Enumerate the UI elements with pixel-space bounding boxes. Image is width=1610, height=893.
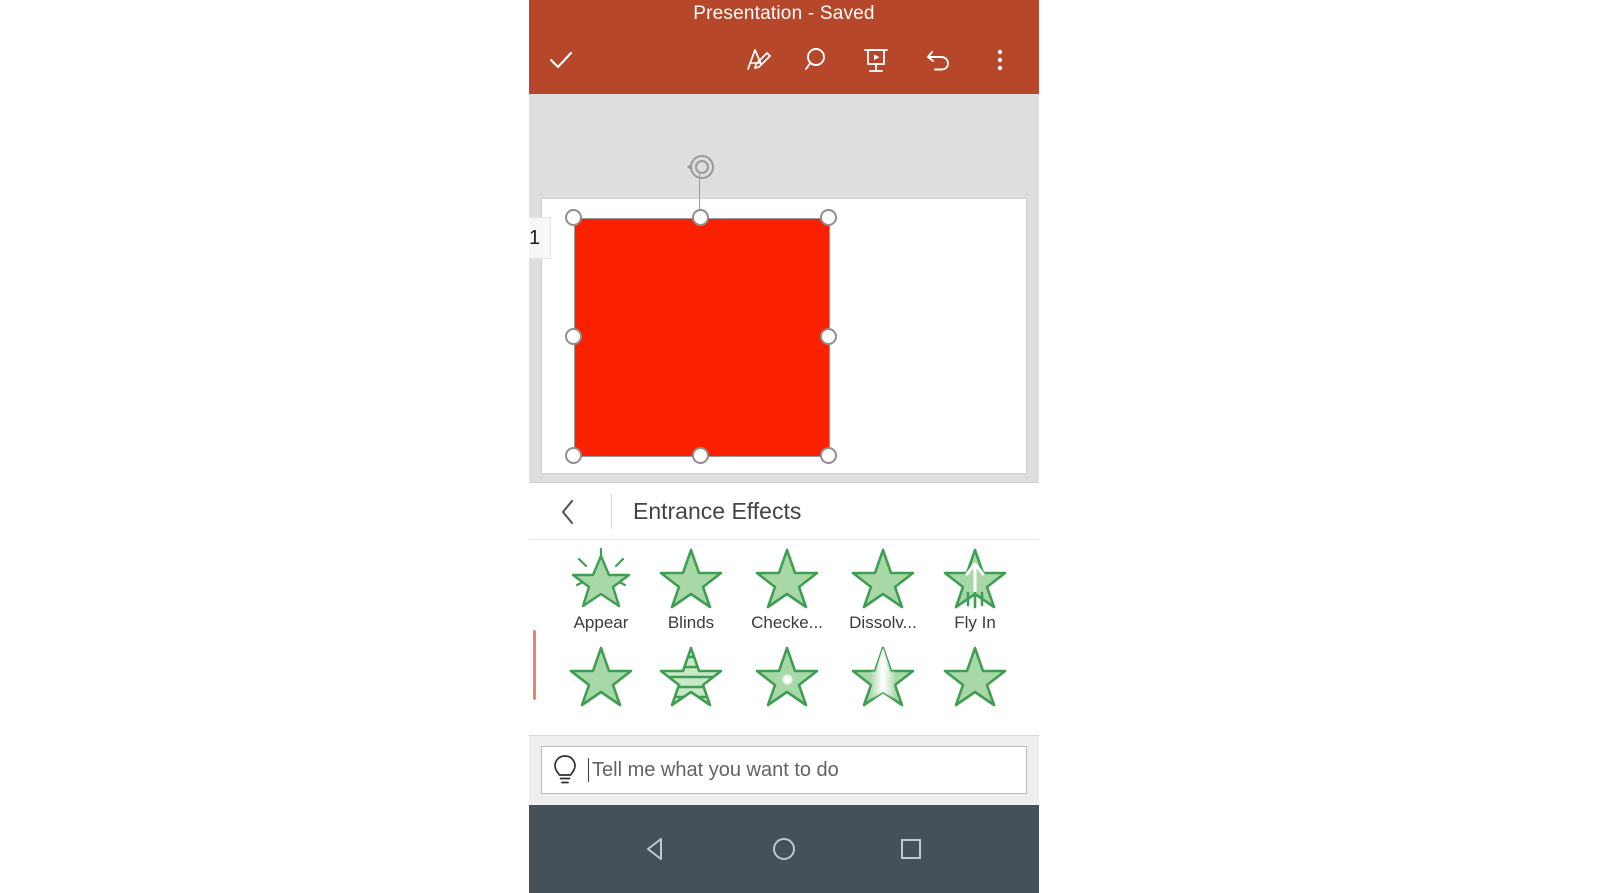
selection-handle-top-left[interactable] [565, 209, 582, 226]
back-triangle-icon[interactable] [635, 827, 679, 871]
selection-handle-middle-left[interactable] [565, 328, 582, 345]
lightbulb-icon [542, 747, 588, 793]
effects-row-1: Appear Blinds Checke... Dissolv... Fly I… [555, 540, 1033, 638]
effect-item-appear[interactable]: Appear [555, 540, 647, 638]
effect-label: Appear [573, 613, 629, 632]
effect-item-fly-in[interactable]: Fly In [929, 540, 1021, 638]
effect-label: Blinds [667, 613, 715, 632]
effect-item-blinds[interactable]: Blinds [645, 540, 737, 638]
star-stripes-icon [658, 643, 724, 707]
selection-handle-bottom-left[interactable] [565, 447, 582, 464]
selection-handle-middle-right[interactable] [820, 328, 837, 345]
effect-item-checkerboard[interactable]: Checke... [741, 540, 833, 638]
tell-me-placeholder: Tell me what you want to do [592, 759, 839, 781]
undo-icon[interactable] [914, 36, 962, 84]
effect-item-row2-1[interactable] [555, 638, 647, 736]
selection-handle-top-right[interactable] [820, 209, 837, 226]
present-icon[interactable] [852, 36, 900, 84]
android-navigation-bar [529, 805, 1039, 893]
screen: Presentation - Saved 1 Entrance Effects … [0, 0, 1610, 893]
effects-grid: Appear Blinds Checke... Dissolv... Fly I… [555, 540, 1033, 736]
more-icon[interactable] [976, 36, 1024, 84]
search-icon[interactable] [794, 36, 842, 84]
ink-icon[interactable] [734, 36, 782, 84]
star-plain-icon [658, 545, 724, 609]
effects-row-2 [555, 638, 1033, 736]
panel-scrollbar-thumb[interactable] [533, 630, 536, 700]
effect-item-row2-5[interactable] [929, 638, 1021, 736]
panel-header: Entrance Effects [529, 483, 1039, 540]
effect-label: Dissolv... [849, 613, 917, 632]
effect-item-row2-2[interactable] [645, 638, 737, 736]
home-circle-icon[interactable] [762, 827, 806, 871]
star-center-glow-icon [754, 643, 820, 707]
phone-viewport: Presentation - Saved 1 Entrance Effects … [529, 0, 1039, 893]
effect-item-row2-3[interactable] [741, 638, 833, 736]
recents-square-icon[interactable] [889, 827, 933, 871]
page-title: Presentation - Saved [693, 3, 875, 24]
effect-label: Checke... [751, 613, 823, 632]
star-plain-icon [568, 643, 634, 707]
effects-scroll-area[interactable]: Appear Blinds Checke... Dissolv... Fly I… [531, 540, 1039, 736]
effect-item-row2-4[interactable] [837, 638, 929, 736]
red-rectangle-shape[interactable] [574, 218, 829, 456]
selection-handle-bottom-right[interactable] [820, 447, 837, 464]
tell-me-bar: Tell me what you want to do [529, 735, 1039, 805]
back-chevron-icon[interactable] [551, 495, 585, 529]
selection-handle-top-center[interactable] [692, 209, 709, 226]
star-arrow-up-icon [942, 545, 1008, 609]
tell-me-input[interactable]: Tell me what you want to do [541, 746, 1027, 794]
selection-handle-bottom-center[interactable] [692, 447, 709, 464]
text-caret [588, 758, 589, 782]
rotate-handle-icon[interactable] [684, 152, 716, 184]
top-toolbar [529, 36, 1039, 84]
slide-canvas[interactable]: 1 [529, 94, 1039, 482]
star-plain-icon [754, 545, 820, 609]
panel-scrollbar[interactable] [532, 540, 536, 736]
star-plain-icon [850, 545, 916, 609]
star-plain-icon [942, 643, 1008, 707]
entrance-effects-panel: Entrance Effects Appear Blinds Checke...… [529, 482, 1039, 736]
app-title-bar: Presentation - Saved [529, 0, 1039, 94]
done-check-button[interactable] [537, 36, 585, 84]
header-divider [611, 494, 612, 529]
star-split-icon [850, 643, 916, 707]
star-sparkle-icon [568, 545, 634, 609]
panel-title: Entrance Effects [633, 498, 802, 524]
effect-item-dissolve[interactable]: Dissolv... [837, 540, 929, 638]
slide-number-badge: 1 [529, 217, 551, 259]
effect-label: Fly In [954, 613, 996, 632]
